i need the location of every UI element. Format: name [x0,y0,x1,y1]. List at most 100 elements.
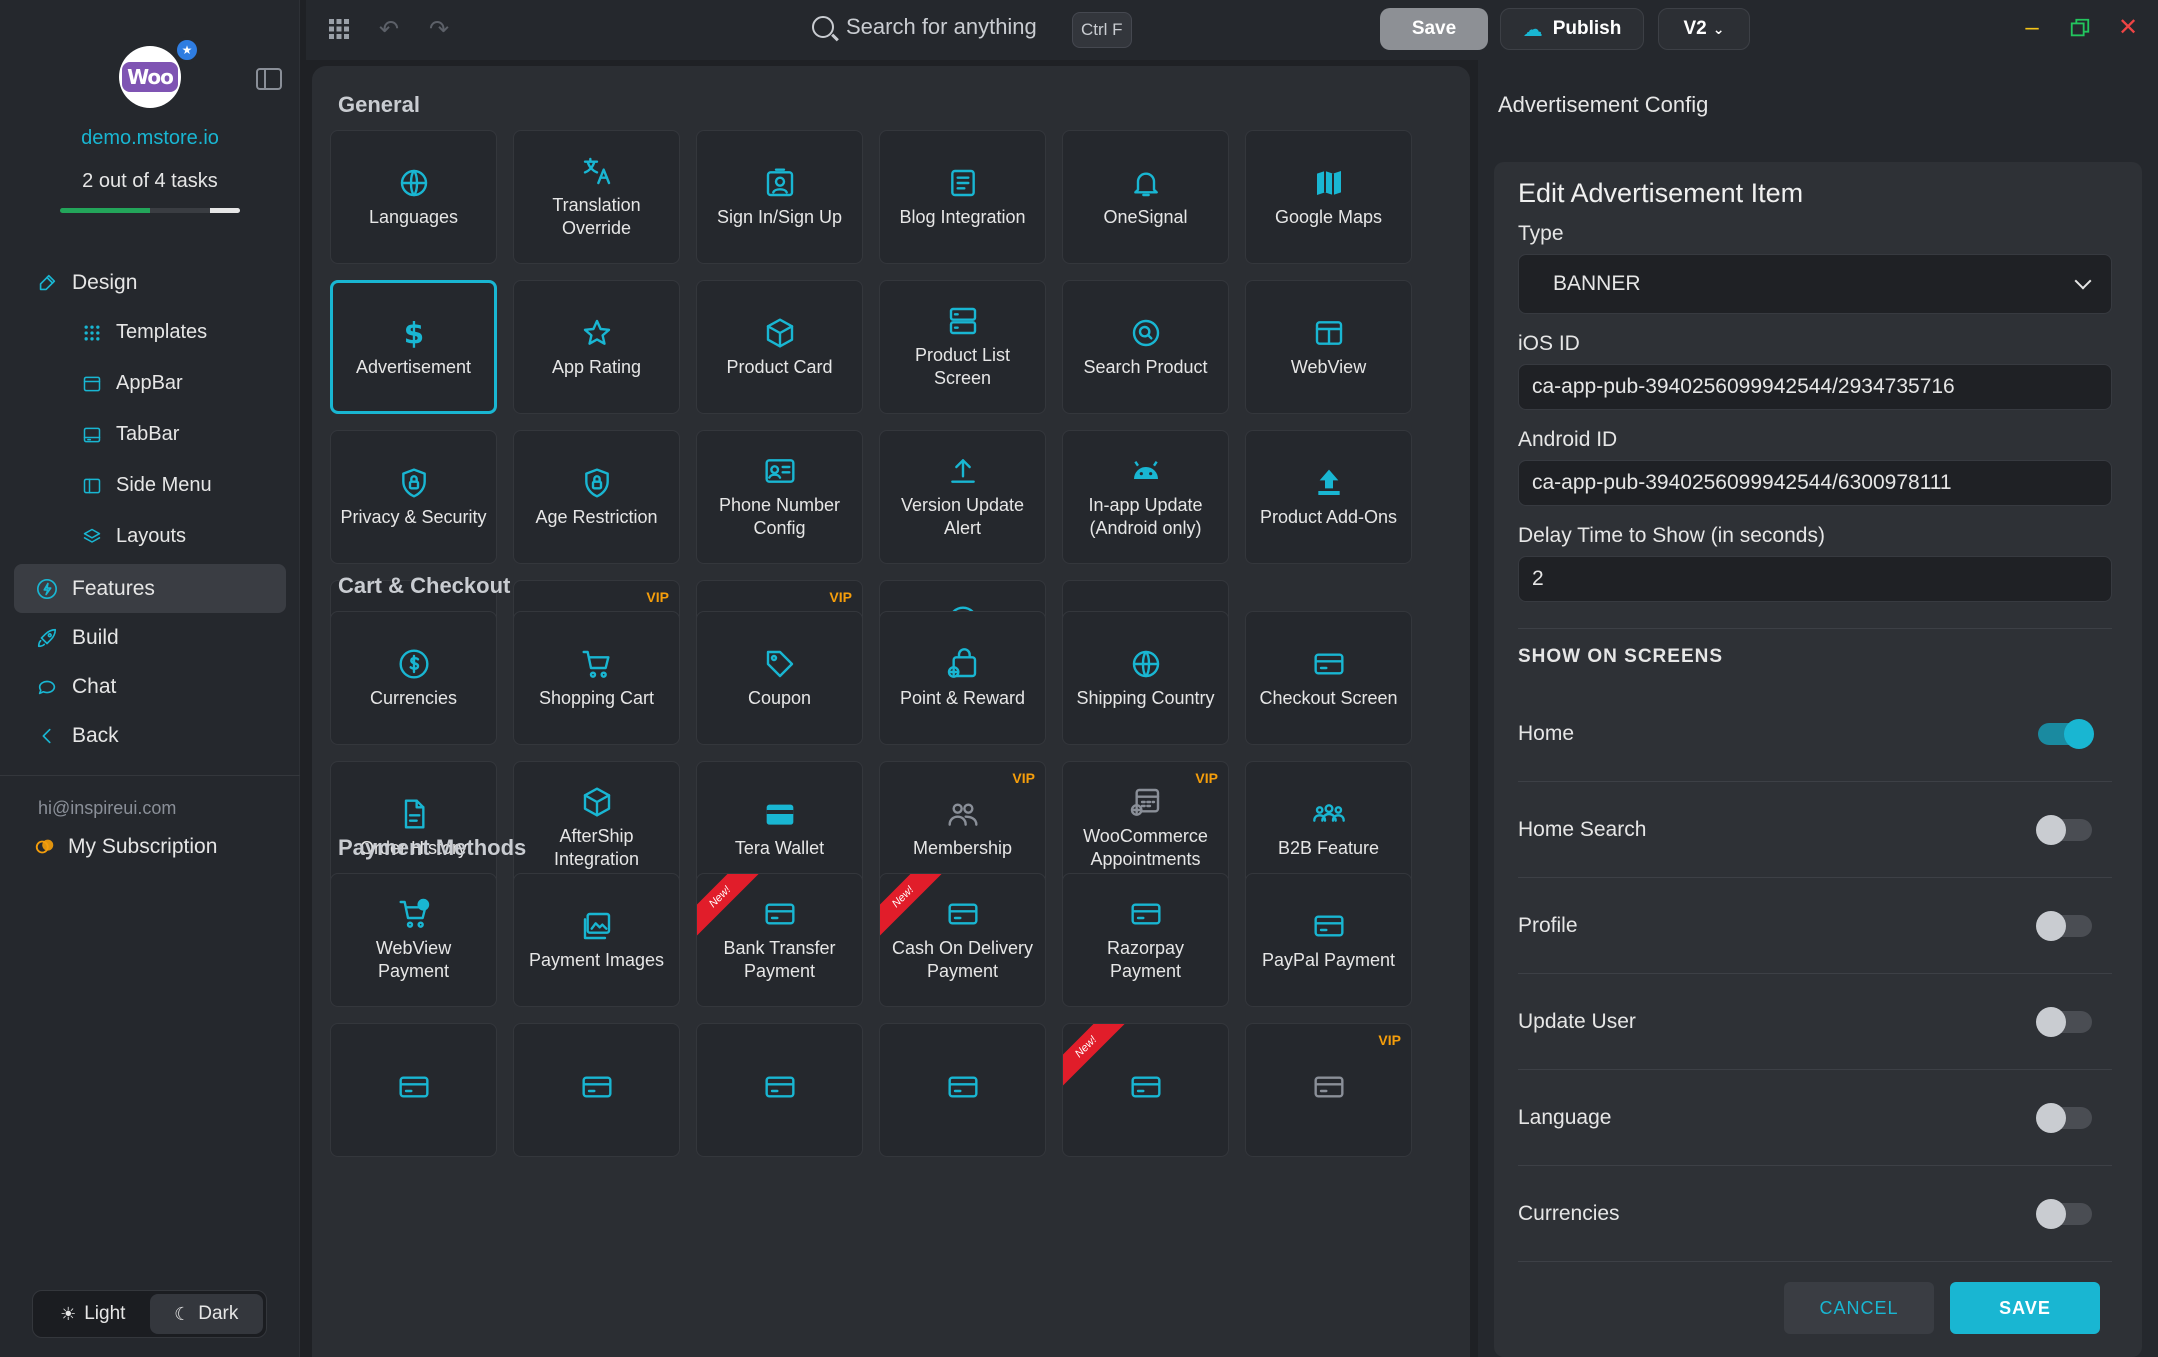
feature-tile-label: App Rating [551,356,642,377]
feature-tile-webview[interactable]: WebView [1245,280,1412,414]
save-button[interactable]: Save [1380,8,1488,50]
feature-tile-advertisement[interactable]: $ Advertisement [330,280,497,414]
feature-tile-label: Razorpay Payment [1106,938,1185,981]
feature-tile-webview-payment[interactable]: WebView Payment [330,873,497,1007]
feature-tile-label: Shipping Country [1076,687,1215,708]
sidebar-item-label: Build [72,625,119,649]
screen-row-profile: Profile [1518,878,2112,974]
my-subscription-link[interactable]: My Subscription [34,835,217,859]
sidebar-item-build[interactable]: Build [14,613,286,662]
feature-tile-tile[interactable] [696,1023,863,1157]
bell-icon [1129,166,1163,200]
feature-tile-product-add-ons[interactable]: Product Add-Ons [1245,430,1412,564]
feature-tile-cash-on-delivery-payment[interactable]: Cash On Delivery Payment New! [879,873,1046,1007]
feature-tile-label: Search Product [1083,356,1208,377]
feature-tile-product-list-screen[interactable]: Product List Screen [879,280,1046,414]
feature-tile-currencies[interactable]: Currencies [330,611,497,745]
android-id-field[interactable]: ca-app-pub-3940256099942544/6300978111 [1518,460,2112,506]
screen-toggle-home-search[interactable] [2036,814,2092,845]
feature-tile-label: Version Update Alert [900,495,1025,538]
version-dropdown[interactable]: V2 ⌄ [1658,8,1750,50]
feature-tile-label: Phone Number Config [718,495,841,538]
feature-tile-bank-transfer-payment[interactable]: Bank Transfer Payment New! [696,873,863,1007]
feature-tile-point-reward[interactable]: Point & Reward [879,611,1046,745]
sidebar-collapse-icon[interactable] [256,68,282,90]
feature-tile-privacy-security[interactable]: Privacy & Security [330,430,497,564]
chevron-down-icon [2074,272,2092,290]
screen-toggle-language[interactable] [2036,1102,2092,1133]
globe-icon [1129,647,1163,681]
feature-tile-tile[interactable] [879,1023,1046,1157]
store-domain[interactable]: demo.mstore.io [0,127,300,150]
store-logo[interactable]: Woo [119,46,181,108]
feature-tile-payment-images[interactable]: Payment Images [513,873,680,1007]
feature-tile-phone-number-config[interactable]: Phone Number Config [696,430,863,564]
feature-tile-blog-integration[interactable]: Blog Integration [879,130,1046,264]
save-ad-button[interactable]: SAVE [1950,1282,2100,1334]
feature-tile-shipping-country[interactable]: Shipping Country [1062,611,1229,745]
feature-tile-paypal-payment[interactable]: PayPal Payment [1245,873,1412,1007]
tag-icon [763,647,797,681]
sidebar-item-appbar[interactable]: AppBar [14,358,286,409]
star-icon [580,316,614,350]
sidebar-item-side-menu[interactable]: Side Menu [14,460,286,511]
sidebar-item-tabbar[interactable]: TabBar [14,409,286,460]
screen-toggle-currencies[interactable] [2036,1198,2092,1229]
feature-tile-tile[interactable] [330,1023,497,1157]
sidebar-item-features[interactable]: Features [14,564,286,613]
feature-tile-tile[interactable]: VIP [1245,1023,1412,1157]
feature-tile-translation-override[interactable]: Translation Override [513,130,680,264]
sidebar-item-templates[interactable]: Templates [14,307,286,358]
sidebar-item-back[interactable]: Back [14,711,286,760]
feature-tile-languages[interactable]: Languages [330,130,497,264]
credit-card-icon [1312,909,1346,943]
feature-tile-checkout-screen[interactable]: Checkout Screen [1245,611,1412,745]
maximize-icon[interactable] [2066,14,2094,42]
feature-tile-sign-in-sign-up[interactable]: Sign In/Sign Up [696,130,863,264]
feature-tile-product-card[interactable]: Product Card [696,280,863,414]
screen-label: Profile [1518,913,1578,937]
screen-toggle-home[interactable] [2038,718,2094,749]
feature-tile-google-maps[interactable]: Google Maps [1245,130,1412,264]
redo-icon[interactable]: ↷ [426,17,452,43]
feature-tile-search-product[interactable]: Search Product [1062,280,1229,414]
close-icon[interactable]: ✕ [2114,14,2142,42]
feature-tile-in-app-update-android-only[interactable]: In-app Update (Android only) [1062,430,1229,564]
feature-tile-age-restriction[interactable]: Age Restriction [513,430,680,564]
undo-icon[interactable]: ↶ [376,17,402,43]
cancel-button[interactable]: CANCEL [1784,1282,1934,1334]
screen-toggle-update-user[interactable] [2036,1006,2092,1037]
sidebar-item-label: Chat [72,674,117,698]
rocket-icon [36,627,58,649]
section-title-cart-checkout: Cart & Checkout [338,573,511,598]
feature-tile-onesignal[interactable]: OneSignal [1062,130,1229,264]
sidebar-item-chat[interactable]: Chat [14,662,286,711]
screen-toggle-profile[interactable] [2036,910,2092,941]
type-select[interactable]: BANNER [1518,254,2112,314]
feature-tile-app-rating[interactable]: App Rating [513,280,680,414]
minimize-icon[interactable]: – [2018,14,2046,42]
credit-card-icon [946,897,980,931]
feature-tile-tile[interactable] [513,1023,680,1157]
sidebar-item-layouts[interactable]: Layouts [14,511,286,562]
cloud-upload-icon: ☁ [1522,18,1543,41]
tasks-progress-fill [60,208,150,213]
feature-tile-tile[interactable]: New! [1062,1023,1229,1157]
feature-tile-shopping-cart[interactable]: Shopping Cart [513,611,680,745]
feature-tile-version-update-alert[interactable]: Version Update Alert [879,430,1046,564]
ios-id-field[interactable]: ca-app-pub-3940256099942544/2934735716 [1518,364,2112,410]
search-bar[interactable]: Search for anything [812,14,1037,40]
feature-tile-coupon[interactable]: Coupon [696,611,863,745]
apps-grid-icon[interactable] [326,17,352,43]
sidebar-nav: Design Templates AppBar TabBar Side Menu… [14,258,286,760]
credit-card-icon [763,1070,797,1104]
feature-tile-razorpay-payment[interactable]: Razorpay Payment [1062,873,1229,1007]
delay-field[interactable]: 2 [1518,556,2112,602]
theme-dark-option[interactable]: ☾ Dark [149,1294,263,1334]
android-id-label: Android ID [1518,428,1618,451]
publish-button[interactable]: ☁ Publish [1500,8,1644,50]
sidebar-item-design[interactable]: Design [14,258,286,307]
theme-light-option[interactable]: ☀ Light [36,1294,150,1334]
upload-icon [946,454,980,488]
config-panel: Advertisement Config Edit Advertisement … [1478,60,2158,1357]
